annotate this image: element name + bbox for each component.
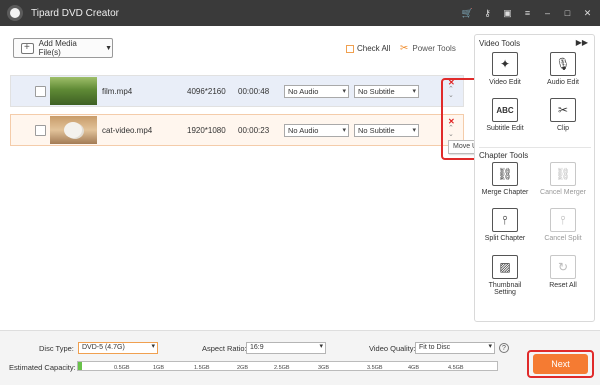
audio-edit-button[interactable]: 🎙 Audio Edit	[535, 52, 591, 86]
cancel-split-label: Cancel Split	[544, 235, 582, 242]
file-name: film.mp4	[102, 86, 133, 96]
capacity-tick-label: 2GB	[237, 365, 249, 371]
scissors-icon: ✂	[550, 98, 576, 122]
info-icon[interactable]: ?	[499, 343, 509, 353]
tools-panel: Video Tools ▶▶ ✦ Video Edit 🎙 Audio Edit…	[474, 34, 595, 322]
subtitle-select[interactable]: No Subtitle	[354, 123, 419, 137]
wrench-icon: ✂	[400, 43, 409, 54]
capacity-tick-label: 4GB	[408, 365, 420, 371]
audio-edit-label: Audio Edit	[547, 79, 579, 86]
bottom-bar	[0, 330, 600, 385]
chevron-down-icon: ▼	[105, 44, 112, 52]
thumbnail-setting-label-line1: Thumbnail	[488, 282, 522, 289]
cancel-merger-label: Cancel Merger	[540, 189, 586, 196]
power-tools-label: Power Tools	[412, 44, 456, 53]
capacity-tick-label: 1.5GB	[194, 365, 210, 371]
add-file-icon	[21, 42, 34, 54]
abc-icon: ABC	[492, 98, 518, 122]
capacity-tick-label: 3.5GB	[367, 365, 383, 371]
file-name: cat-video.mp4	[102, 125, 153, 135]
disc-type-label: Disc Type:	[39, 344, 74, 353]
capacity-label: Estimated Capacity:	[9, 363, 76, 372]
chat-icon[interactable]: ▣	[499, 5, 516, 21]
file-duration: 00:00:23	[238, 125, 270, 135]
file-resolution: 4096*2160	[187, 86, 226, 96]
subtitle-edit-label: Subtitle Edit	[486, 125, 524, 132]
add-media-label: Add Media File(s)	[38, 39, 77, 57]
audio-select[interactable]: No Audio	[284, 84, 349, 98]
thumbnail-icon: ▨	[492, 255, 518, 279]
clip-label: Clip	[556, 125, 570, 132]
microphone-icon: 🎙	[550, 52, 576, 76]
row-checkbox[interactable]	[35, 85, 46, 97]
key-icon[interactable]: ⚷	[479, 5, 496, 21]
check-all-label: Check All	[357, 44, 391, 53]
video-thumbnail	[50, 116, 97, 144]
collapse-panel-icon[interactable]: ▶▶	[576, 38, 588, 47]
unlink-icon: ⛓	[550, 162, 576, 186]
video-edit-button[interactable]: ✦ Video Edit	[477, 52, 533, 86]
add-media-button[interactable]: Add Media File(s) ▼	[13, 38, 113, 58]
aspect-ratio-label: Aspect Ratio:	[202, 344, 247, 353]
reset-all-button[interactable]: ↻ Reset All	[535, 255, 591, 289]
media-row[interactable]: cat-video.mp4 1920*1080 00:00:23 No Audi…	[10, 114, 464, 146]
split-icon: ⫯	[492, 208, 518, 232]
reset-all-label: Reset All	[549, 282, 577, 289]
checkbox-icon	[346, 44, 354, 53]
maximize-icon[interactable]: □	[559, 5, 576, 21]
link-icon: ⛓	[492, 162, 518, 186]
merge-chapter-label: Merge Chapter	[481, 189, 529, 196]
minimize-icon[interactable]: –	[539, 5, 556, 21]
magic-wand-icon: ✦	[492, 52, 518, 76]
reset-icon: ↻	[550, 255, 576, 279]
capacity-fill	[78, 362, 83, 370]
row-checkbox[interactable]	[35, 124, 46, 136]
subtitle-edit-button[interactable]: ABC Subtitle Edit	[477, 98, 533, 132]
disc-type-select[interactable]: DVD-5 (4.7G)	[78, 342, 158, 354]
thumbnail-setting-label-line2: Setting	[494, 289, 516, 296]
cart-icon[interactable]: 🛒	[459, 5, 476, 21]
power-tools-button[interactable]: ✂ Power Tools	[400, 43, 456, 54]
thumbnail-setting-button[interactable]: ▨ Thumbnail Setting	[477, 255, 533, 296]
video-edit-label: Video Edit	[489, 79, 521, 86]
clip-button[interactable]: ✂ Clip	[535, 98, 591, 132]
video-quality-label: Video Quality:	[369, 344, 416, 353]
capacity-tick-label: 1GB	[153, 365, 165, 371]
divider	[479, 147, 591, 148]
capacity-tick-label: 0.5GB	[114, 365, 130, 371]
cancel-split-icon: ⫯	[550, 208, 576, 232]
close-icon[interactable]: ✕	[579, 5, 596, 21]
split-chapter-label: Split Chapter	[484, 235, 526, 242]
file-duration: 00:00:48	[238, 86, 270, 96]
menu-icon[interactable]: ≡	[519, 5, 536, 21]
title-bar: Tipard DVD Creator 🛒 ⚷ ▣ ≡ – □ ✕	[0, 0, 600, 26]
check-all-checkbox[interactable]: Check All	[346, 44, 390, 53]
chapter-tools-title: Chapter Tools	[479, 151, 529, 160]
subtitle-select[interactable]: No Subtitle	[354, 84, 419, 98]
video-tools-title: Video Tools	[479, 39, 521, 48]
cancel-split-button[interactable]: ⫯ Cancel Split	[535, 208, 591, 242]
app-title: Tipard DVD Creator	[31, 7, 119, 19]
cancel-merger-button[interactable]: ⛓ Cancel Merger	[535, 162, 591, 196]
merge-chapter-button[interactable]: ⛓ Merge Chapter	[477, 162, 533, 196]
split-chapter-button[interactable]: ⫯ Split Chapter	[477, 208, 533, 242]
file-resolution: 1920*1080	[187, 125, 226, 135]
app-logo-icon	[7, 5, 23, 21]
capacity-tick-label: 4.5GB	[448, 365, 464, 371]
capacity-tick-label: 2.5GB	[274, 365, 290, 371]
video-quality-select[interactable]: Fit to Disc	[415, 342, 495, 354]
audio-select[interactable]: No Audio	[284, 123, 349, 137]
media-row[interactable]: film.mp4 4096*2160 00:00:48 No Audio No …	[10, 75, 464, 107]
capacity-tick-label: 3GB	[318, 365, 330, 371]
window-controls: 🛒 ⚷ ▣ ≡ – □ ✕	[459, 5, 596, 21]
next-button[interactable]: Next	[533, 354, 588, 374]
video-thumbnail	[50, 77, 97, 105]
aspect-ratio-select[interactable]: 16:9	[246, 342, 326, 354]
